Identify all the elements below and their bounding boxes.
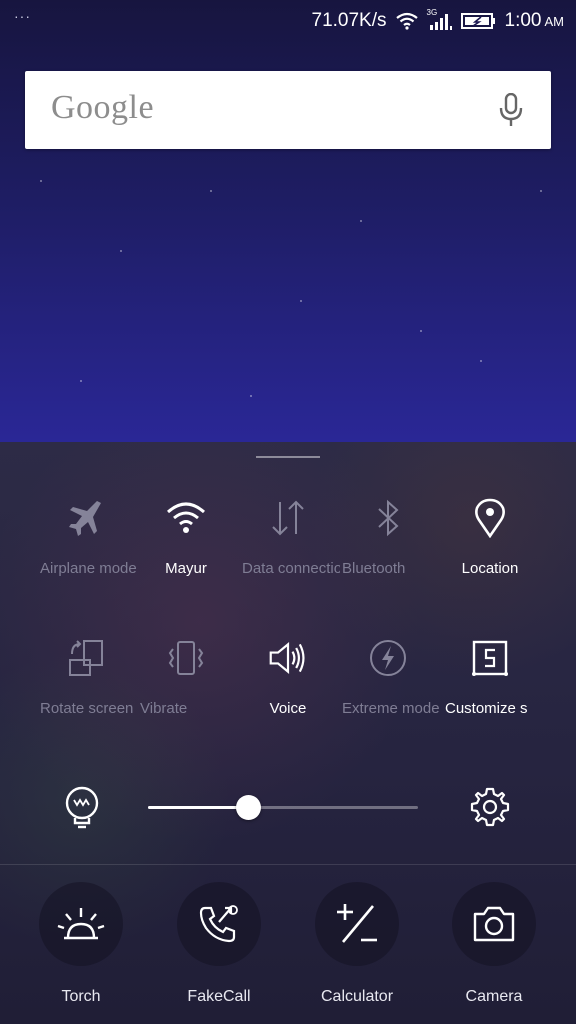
wifi-icon bbox=[166, 498, 206, 538]
shortcut-label: Calculator bbox=[320, 988, 394, 1005]
data-connection-icon bbox=[268, 498, 308, 538]
brightness-thumb[interactable] bbox=[236, 795, 261, 820]
customize-icon bbox=[470, 638, 510, 678]
shortcut-calculator[interactable]: Calculator bbox=[302, 882, 412, 1022]
toggle-wifi[interactable]: Mayur bbox=[134, 498, 238, 608]
speaker-icon bbox=[268, 638, 308, 678]
toggle-bluetooth[interactable]: Bluetooth bbox=[336, 498, 440, 608]
shortcut-label: Camera bbox=[465, 988, 523, 1005]
mic-icon[interactable] bbox=[499, 93, 523, 127]
panel-handle[interactable] bbox=[256, 456, 320, 458]
toggle-label: Customize s bbox=[445, 700, 528, 717]
quick-settings-panel: Airplane mode Mayur Data connection Blue… bbox=[0, 442, 576, 1024]
toggle-voice[interactable]: Voice bbox=[236, 638, 340, 748]
toggle-extreme-mode[interactable]: Extreme mode bbox=[336, 638, 440, 748]
airplane-icon bbox=[66, 498, 106, 538]
camera-icon bbox=[452, 882, 536, 966]
toggle-label: Bluetooth bbox=[342, 560, 406, 577]
brightness-fill bbox=[148, 806, 248, 809]
toggle-data-connection[interactable]: Data connection bbox=[236, 498, 340, 608]
status-bar: ··· 71.07K/s 3G 1:00 AM bbox=[0, 0, 576, 42]
toggle-label: Data connection bbox=[242, 560, 340, 577]
vibrate-icon bbox=[166, 638, 206, 678]
brightness-slider[interactable] bbox=[148, 795, 418, 820]
toggle-row-1: Airplane mode Mayur Data connection Blue… bbox=[0, 498, 576, 608]
toggle-row-2: Rotate screen Vibrate Voice Extreme mode… bbox=[0, 638, 576, 748]
divider bbox=[0, 864, 576, 865]
brightness-row bbox=[0, 782, 576, 832]
signal-icon: 3G bbox=[427, 8, 453, 31]
wallpaper bbox=[0, 0, 576, 442]
bulb-icon[interactable] bbox=[62, 786, 102, 830]
toggle-label: Extreme mode bbox=[342, 700, 440, 717]
location-icon bbox=[470, 498, 510, 538]
google-search-bar[interactable]: Google bbox=[25, 71, 551, 149]
clock-time: 1:00 bbox=[504, 10, 542, 31]
toggle-vibrate[interactable]: Vibrate bbox=[134, 638, 238, 748]
google-logo: Google bbox=[51, 89, 155, 126]
toggle-label: Airplane mode bbox=[40, 560, 137, 577]
toggle-airplane-mode[interactable]: Airplane mode bbox=[34, 498, 138, 608]
toggle-label: Location bbox=[461, 560, 519, 577]
torch-icon bbox=[39, 882, 123, 966]
toggle-label: Rotate screen bbox=[40, 700, 134, 717]
shortcut-label: Torch bbox=[61, 988, 101, 1005]
shortcut-label: FakeCall bbox=[187, 988, 251, 1005]
toggle-rotate-screen[interactable]: Rotate screen bbox=[34, 638, 138, 748]
network-speed: 71.07K/s bbox=[311, 10, 387, 31]
battery-icon bbox=[460, 13, 495, 29]
clock-ampm: AM bbox=[544, 14, 565, 29]
gear-icon[interactable] bbox=[470, 787, 510, 827]
notification-dots: ··· bbox=[14, 8, 31, 24]
bluetooth-icon bbox=[368, 498, 408, 538]
toggle-label: Vibrate bbox=[140, 700, 188, 717]
toggle-location[interactable]: Location bbox=[438, 498, 542, 608]
fakecall-icon bbox=[177, 882, 261, 966]
shortcut-torch[interactable]: Torch bbox=[26, 882, 136, 1022]
rotate-icon bbox=[66, 638, 106, 678]
toggle-label: Voice bbox=[269, 700, 307, 717]
clock: 1:00 AM bbox=[505, 10, 564, 32]
lightning-icon bbox=[368, 638, 408, 678]
calculator-icon bbox=[315, 882, 399, 966]
toggle-customize[interactable]: Customize s bbox=[438, 638, 542, 748]
toggle-label: Mayur bbox=[165, 560, 207, 577]
shortcut-camera[interactable]: Camera bbox=[439, 882, 549, 1022]
shortcut-fakecall[interactable]: FakeCall bbox=[164, 882, 274, 1022]
wifi-icon bbox=[395, 12, 418, 30]
